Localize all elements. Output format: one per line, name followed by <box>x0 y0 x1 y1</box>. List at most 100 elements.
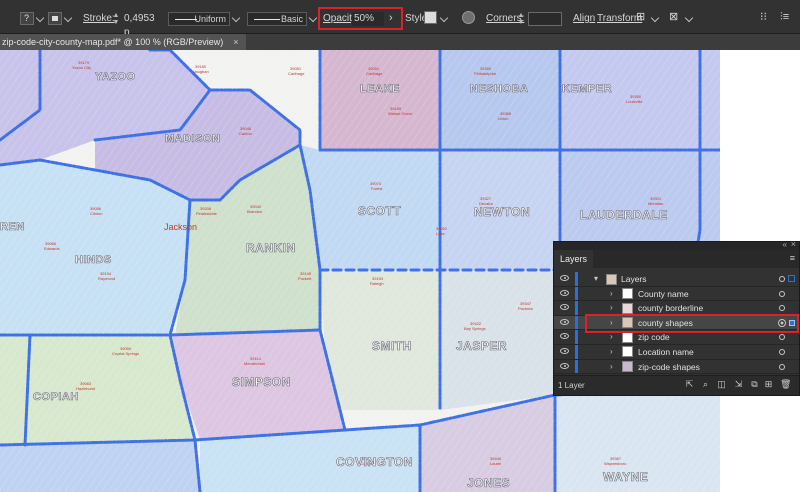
variable-width-profile[interactable]: Uniform <box>168 12 230 26</box>
county-label: LEAKE <box>360 83 400 95</box>
layer-name[interactable]: County name <box>638 289 689 299</box>
chevron-right-icon[interactable]: › <box>610 347 613 356</box>
arrange-documents-icon[interactable]: ⁝⁝ <box>760 10 767 24</box>
visibility-eye-icon[interactable] <box>560 362 569 369</box>
svg-text:Vaughan: Vaughan <box>193 69 209 74</box>
stroke-spinner[interactable]: ▲ ▼ <box>112 12 120 26</box>
stroke-label[interactable]: Stroke: <box>83 12 115 26</box>
recolor-artwork-icon[interactable] <box>462 11 475 24</box>
visibility-eye-icon[interactable] <box>560 318 569 325</box>
layer-name[interactable]: county borderline <box>638 303 703 313</box>
county-label: RANKIN <box>246 241 296 255</box>
tab-layers[interactable]: Layers <box>554 250 594 268</box>
county-label: NESHOBA <box>470 83 529 95</box>
control-panel-menu-icon[interactable]: ⫶≡ <box>780 10 789 24</box>
county-label: YAZOO <box>95 71 136 83</box>
layer-row[interactable]: › Location name <box>554 344 799 360</box>
trash-icon[interactable]: 🗑 <box>780 380 791 389</box>
chevron-right-icon[interactable]: › <box>610 332 613 341</box>
close-icon[interactable]: × <box>791 239 796 249</box>
layer-thumbnail <box>606 273 617 285</box>
svg-text:Union: Union <box>498 116 508 121</box>
visibility-eye-icon[interactable] <box>560 347 569 354</box>
county-label: HINDS <box>75 254 112 266</box>
selection-square-icon[interactable] <box>788 275 795 282</box>
layer-row[interactable]: › zip-code shapes <box>554 359 799 375</box>
chevron-right-icon[interactable]: › <box>610 362 613 371</box>
profile-line-icon <box>175 19 197 20</box>
export-icon[interactable]: ⇱ <box>685 380 694 389</box>
svg-text:Canton: Canton <box>239 131 252 136</box>
svg-text:Forest: Forest <box>371 186 383 191</box>
target-circle-icon[interactable] <box>779 334 785 341</box>
chevron-down-icon[interactable] <box>439 13 449 23</box>
locate-object-icon[interactable]: ⌕ <box>701 380 710 389</box>
layer-name[interactable]: Layers <box>621 274 647 284</box>
svg-text:Hazlehurst: Hazlehurst <box>76 386 96 391</box>
visibility-eye-icon[interactable] <box>560 304 569 311</box>
layer-name[interactable]: Location name <box>638 347 694 357</box>
opacity-highlight <box>318 7 403 30</box>
svg-text:Louisville: Louisville <box>626 99 643 104</box>
svg-text:Pachuta: Pachuta <box>518 306 533 311</box>
chevron-down-icon[interactable]: ▾ <box>594 274 598 283</box>
layer-color-bar <box>575 359 578 374</box>
target-circle-icon[interactable] <box>779 363 785 370</box>
svg-text:Raleigh: Raleigh <box>370 281 384 286</box>
visibility-eye-icon[interactable] <box>560 289 569 296</box>
stroke-color-button[interactable] <box>48 12 62 25</box>
chevron-right-icon[interactable]: › <box>610 289 613 298</box>
chevron-down-icon[interactable] <box>35 13 45 23</box>
svg-text:Mendenhall: Mendenhall <box>244 361 265 366</box>
layer-name[interactable]: zip-code shapes <box>638 362 700 372</box>
target-circle-icon[interactable] <box>779 276 785 282</box>
layer-name[interactable]: zip code <box>638 332 670 342</box>
create-sublayer-icon[interactable]: ⧉ <box>750 380 759 389</box>
county-label: JASPER <box>456 339 507 353</box>
county-label: SMITH <box>372 339 412 353</box>
chevron-down-icon[interactable] <box>231 13 241 23</box>
layer-row[interactable]: › County name <box>554 286 799 302</box>
stroke-swatch-icon <box>52 16 58 21</box>
svg-text:Meridian: Meridian <box>648 201 663 206</box>
layer-color-bar <box>575 330 578 344</box>
svg-text:Crystal Springs: Crystal Springs <box>112 351 139 356</box>
corners-field[interactable] <box>528 12 562 26</box>
svg-text:Lake: Lake <box>436 231 445 236</box>
corners-spinner[interactable]: ▲ ▼ <box>517 12 525 26</box>
svg-text:Laurel: Laurel <box>490 461 501 466</box>
chevron-down-icon[interactable] <box>308 13 318 23</box>
layer-row-root[interactable]: ▾ Layers <box>554 272 799 287</box>
county-label: NEWTON <box>474 205 530 219</box>
close-icon[interactable]: × <box>233 37 238 47</box>
panel-menu-icon[interactable]: ≡ <box>790 253 795 263</box>
collect-for-export-icon[interactable]: ⇲ <box>734 380 743 389</box>
svg-text:Pelahatchie: Pelahatchie <box>196 211 218 216</box>
make-clipping-mask-icon[interactable]: ◫ <box>717 380 726 389</box>
panel-titlebar[interactable]: « × <box>554 239 799 250</box>
pathfinder-icon[interactable]: ⊠ <box>669 10 678 24</box>
shape-builder-icon[interactable]: ⊞ <box>636 10 645 24</box>
question-button[interactable]: ? <box>20 12 34 25</box>
county-label: REN <box>0 221 25 233</box>
target-circle-icon[interactable] <box>779 290 785 297</box>
brush-definition[interactable]: Basic <box>247 12 307 26</box>
control-bar: ? Stroke: ▲ ▼ 0,4953 p Uniform Basic Opac… <box>0 0 800 38</box>
chevron-right-icon[interactable]: › <box>610 303 613 312</box>
document-tab[interactable]: zip-code-city-county-map.pdf* @ 100 % (R… <box>0 34 247 50</box>
illustrator-window: ? Stroke: ▲ ▼ 0,4953 p Uniform Basic Opac… <box>0 0 800 492</box>
visibility-eye-icon[interactable] <box>560 275 569 281</box>
graphic-style-swatch[interactable] <box>424 11 437 24</box>
new-layer-icon[interactable]: ⊞ <box>764 380 773 389</box>
collapse-icon[interactable]: « <box>783 240 787 249</box>
svg-text:Edwards: Edwards <box>44 246 60 251</box>
chevron-down-icon[interactable] <box>63 13 73 23</box>
align-link[interactable]: Align <box>573 12 595 26</box>
chevron-down-icon[interactable] <box>684 13 694 23</box>
layer-thumbnail <box>622 346 633 358</box>
target-circle-icon[interactable] <box>779 348 785 355</box>
county-label: SCOTT <box>358 204 401 218</box>
target-circle-icon[interactable] <box>779 305 785 312</box>
chevron-down-icon[interactable] <box>650 13 660 23</box>
visibility-eye-icon[interactable] <box>560 333 569 340</box>
